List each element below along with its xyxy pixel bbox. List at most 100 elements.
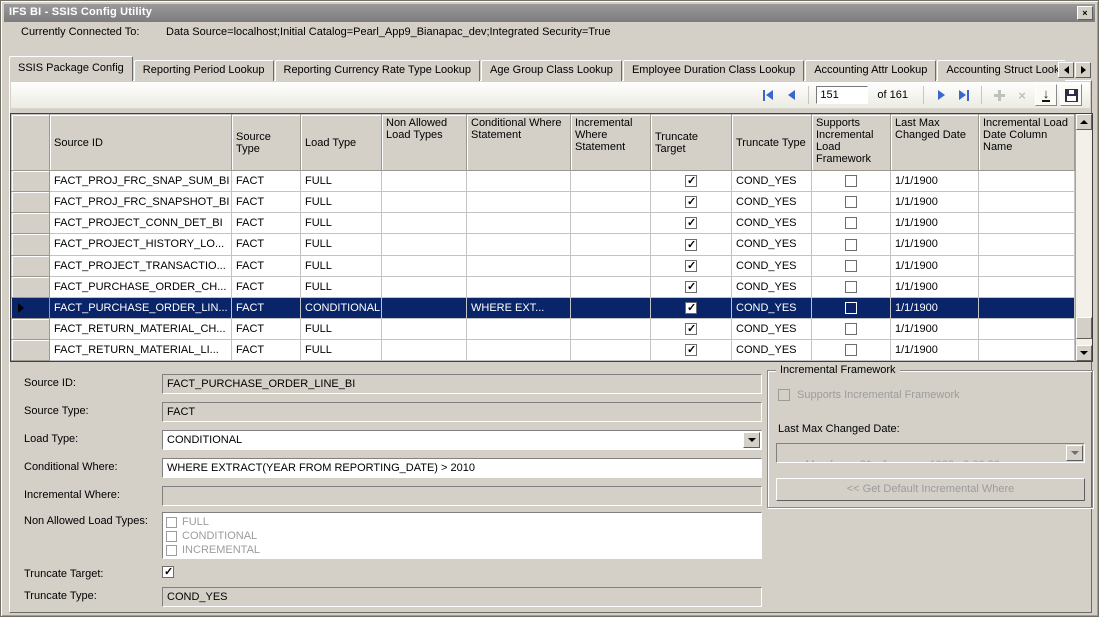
cell-conditional-where[interactable] [467, 213, 571, 234]
save-data-button[interactable] [1060, 84, 1082, 106]
cell-source-type[interactable]: FACT [232, 171, 301, 192]
scrollbar-track[interactable] [1076, 130, 1092, 345]
truncate-target-checkbox[interactable] [685, 196, 697, 208]
conditional-checkbox[interactable] [166, 531, 177, 542]
full-checkbox[interactable] [166, 517, 177, 528]
cell-non-allowed[interactable] [382, 339, 467, 360]
cell-source-id[interactable]: FACT_PURCHASE_ORDER_LIN... [50, 297, 232, 318]
cell-truncate-type[interactable]: COND_YES [732, 171, 812, 192]
cell-non-allowed[interactable] [382, 213, 467, 234]
supports-incremental-checkbox[interactable] [845, 344, 857, 356]
cell-incremental-load-date-column[interactable] [979, 318, 1075, 339]
tab-ssis-package-config[interactable]: SSIS Package Config [9, 56, 133, 81]
column-header-last-max-changed-date[interactable]: Last Max Changed Date [891, 115, 979, 171]
cell-source-type[interactable]: FACT [232, 234, 301, 255]
cell-conditional-where[interactable] [467, 255, 571, 276]
cell-truncate-type[interactable]: COND_YES [732, 192, 812, 213]
column-header-load-type[interactable]: Load Type [301, 115, 382, 171]
table-row-selected[interactable]: FACT_PURCHASE_ORDER_LIN... FACT CONDITIO… [12, 297, 1075, 318]
table-row[interactable]: FACT_PROJECT_TRANSACTIO... FACT FULL CON… [12, 255, 1075, 276]
cell-source-id[interactable]: FACT_PROJECT_TRANSACTIO... [50, 255, 232, 276]
row-selector[interactable] [12, 276, 50, 297]
supports-incremental-framework-checkbox[interactable] [778, 389, 790, 401]
truncate-target-checkbox[interactable] [685, 175, 697, 187]
list-item[interactable]: CONDITIONAL [166, 529, 761, 543]
tab-accounting-attr-lookup[interactable]: Accounting Attr Lookup [805, 60, 936, 81]
date-picker-dropdown-button[interactable] [1066, 445, 1083, 461]
supports-incremental-checkbox[interactable] [845, 281, 857, 293]
cell-source-id[interactable]: FACT_RETURN_MATERIAL_LI... [50, 339, 232, 360]
row-selector[interactable] [12, 318, 50, 339]
cell-incremental-load-date-column[interactable] [979, 339, 1075, 360]
cell-load-type[interactable]: FULL [301, 276, 382, 297]
column-header-incremental-load-date-column-name[interactable]: Incremental Load Date Column Name [979, 115, 1075, 171]
cell-incremental-load-date-column[interactable] [979, 171, 1075, 192]
supports-incremental-checkbox[interactable] [845, 217, 857, 229]
source-type-field[interactable]: FACT [162, 402, 762, 422]
close-button[interactable]: × [1077, 6, 1093, 20]
cell-incremental-where[interactable] [571, 213, 651, 234]
scrollbar-thumb[interactable] [1076, 317, 1092, 339]
truncate-target-checkbox[interactable] [685, 217, 697, 229]
cell-incremental-where[interactable] [571, 255, 651, 276]
record-position-input[interactable] [816, 86, 868, 104]
incremental-where-field[interactable] [162, 486, 762, 506]
scroll-down-button[interactable] [1076, 345, 1092, 361]
truncate-target-checkbox[interactable] [685, 281, 697, 293]
cell-incremental-where[interactable] [571, 234, 651, 255]
last-record-button[interactable] [954, 85, 974, 105]
cell-source-id[interactable]: FACT_PROJ_FRC_SNAP_SUM_BI [50, 171, 232, 192]
cell-truncate-type[interactable]: COND_YES [732, 318, 812, 339]
cell-conditional-where[interactable]: WHERE EXT... [467, 297, 571, 318]
row-selector[interactable] [12, 255, 50, 276]
cell-load-type[interactable]: FULL [301, 213, 382, 234]
truncate-target-checkbox[interactable] [685, 260, 697, 272]
cell-incremental-where[interactable] [571, 297, 651, 318]
supports-incremental-checkbox[interactable] [845, 302, 857, 314]
row-selector[interactable] [12, 171, 50, 192]
column-header-conditional-where[interactable]: Conditional Where Statement [467, 115, 571, 171]
cell-last-max-changed-date[interactable]: 1/1/1900 [891, 297, 979, 318]
cell-incremental-load-date-column[interactable] [979, 276, 1075, 297]
cell-conditional-where[interactable] [467, 171, 571, 192]
tab-employee-duration-class-lookup[interactable]: Employee Duration Class Lookup [623, 60, 804, 81]
cell-source-id[interactable]: FACT_PROJECT_CONN_DET_BI [50, 213, 232, 234]
cell-non-allowed[interactable] [382, 297, 467, 318]
cell-source-id[interactable]: FACT_PROJ_FRC_SNAPSHOT_BI [50, 192, 232, 213]
truncate-target-checkbox[interactable] [685, 344, 697, 356]
column-header-truncate-target[interactable]: Truncate Target [651, 115, 732, 171]
cell-source-id[interactable]: FACT_RETURN_MATERIAL_CH... [50, 318, 232, 339]
table-row[interactable]: FACT_PROJ_FRC_SNAPSHOT_BI FACT FULL COND… [12, 192, 1075, 213]
column-header-incremental-where[interactable]: Incremental Where Statement [571, 115, 651, 171]
cell-incremental-where[interactable] [571, 171, 651, 192]
cell-last-max-changed-date[interactable]: 1/1/1900 [891, 171, 979, 192]
row-selector[interactable] [12, 213, 50, 234]
cell-last-max-changed-date[interactable]: 1/1/1900 [891, 213, 979, 234]
supports-incremental-checkbox[interactable] [845, 323, 857, 335]
cell-last-max-changed-date[interactable]: 1/1/1900 [891, 234, 979, 255]
source-id-field[interactable]: FACT_PURCHASE_ORDER_LINE_BI [162, 374, 762, 394]
cell-load-type[interactable]: FULL [301, 192, 382, 213]
supports-incremental-checkbox[interactable] [845, 239, 857, 251]
cell-source-type[interactable]: FACT [232, 213, 301, 234]
cell-incremental-load-date-column[interactable] [979, 213, 1075, 234]
cell-last-max-changed-date[interactable]: 1/1/1900 [891, 276, 979, 297]
cell-source-type[interactable]: FACT [232, 192, 301, 213]
cell-source-type[interactable]: FACT [232, 339, 301, 360]
supports-incremental-checkbox[interactable] [845, 260, 857, 272]
cell-incremental-load-date-column[interactable] [979, 234, 1075, 255]
non-allowed-load-types-list[interactable]: FULL CONDITIONAL INCREMENTAL [162, 512, 762, 559]
cell-last-max-changed-date[interactable]: 1/1/1900 [891, 255, 979, 276]
tab-reporting-period-lookup[interactable]: Reporting Period Lookup [134, 60, 274, 81]
tab-accounting-struct-lookup[interactable]: Accounting Struct Lookup [937, 60, 1065, 81]
cell-load-type[interactable]: FULL [301, 234, 382, 255]
list-item[interactable]: FULL [166, 515, 761, 529]
cell-load-type[interactable]: FULL [301, 318, 382, 339]
tab-scroll-left-button[interactable] [1058, 62, 1074, 78]
get-default-incremental-where-button[interactable]: << Get Default Incremental Where [776, 478, 1085, 501]
truncate-target-checkbox[interactable] [685, 323, 697, 335]
cell-source-type[interactable]: FACT [232, 297, 301, 318]
cell-last-max-changed-date[interactable]: 1/1/1900 [891, 192, 979, 213]
add-record-button[interactable] [989, 85, 1009, 105]
cell-non-allowed[interactable] [382, 234, 467, 255]
